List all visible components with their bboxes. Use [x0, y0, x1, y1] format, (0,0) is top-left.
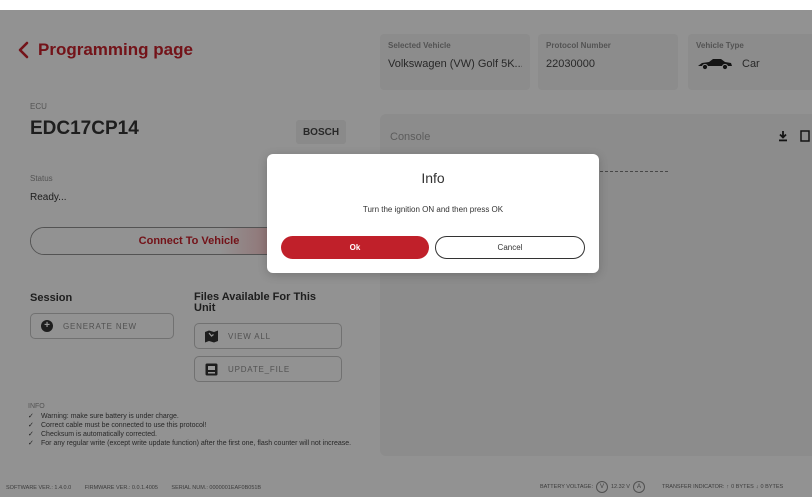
dialog-message: Turn the ignition ON and then press OK — [362, 205, 504, 214]
ok-button[interactable]: Ok — [281, 236, 429, 259]
info-dialog: Info Turn the ignition ON and then press… — [267, 154, 599, 273]
dialog-title: Info — [421, 170, 445, 186]
cancel-button[interactable]: Cancel — [435, 236, 585, 259]
